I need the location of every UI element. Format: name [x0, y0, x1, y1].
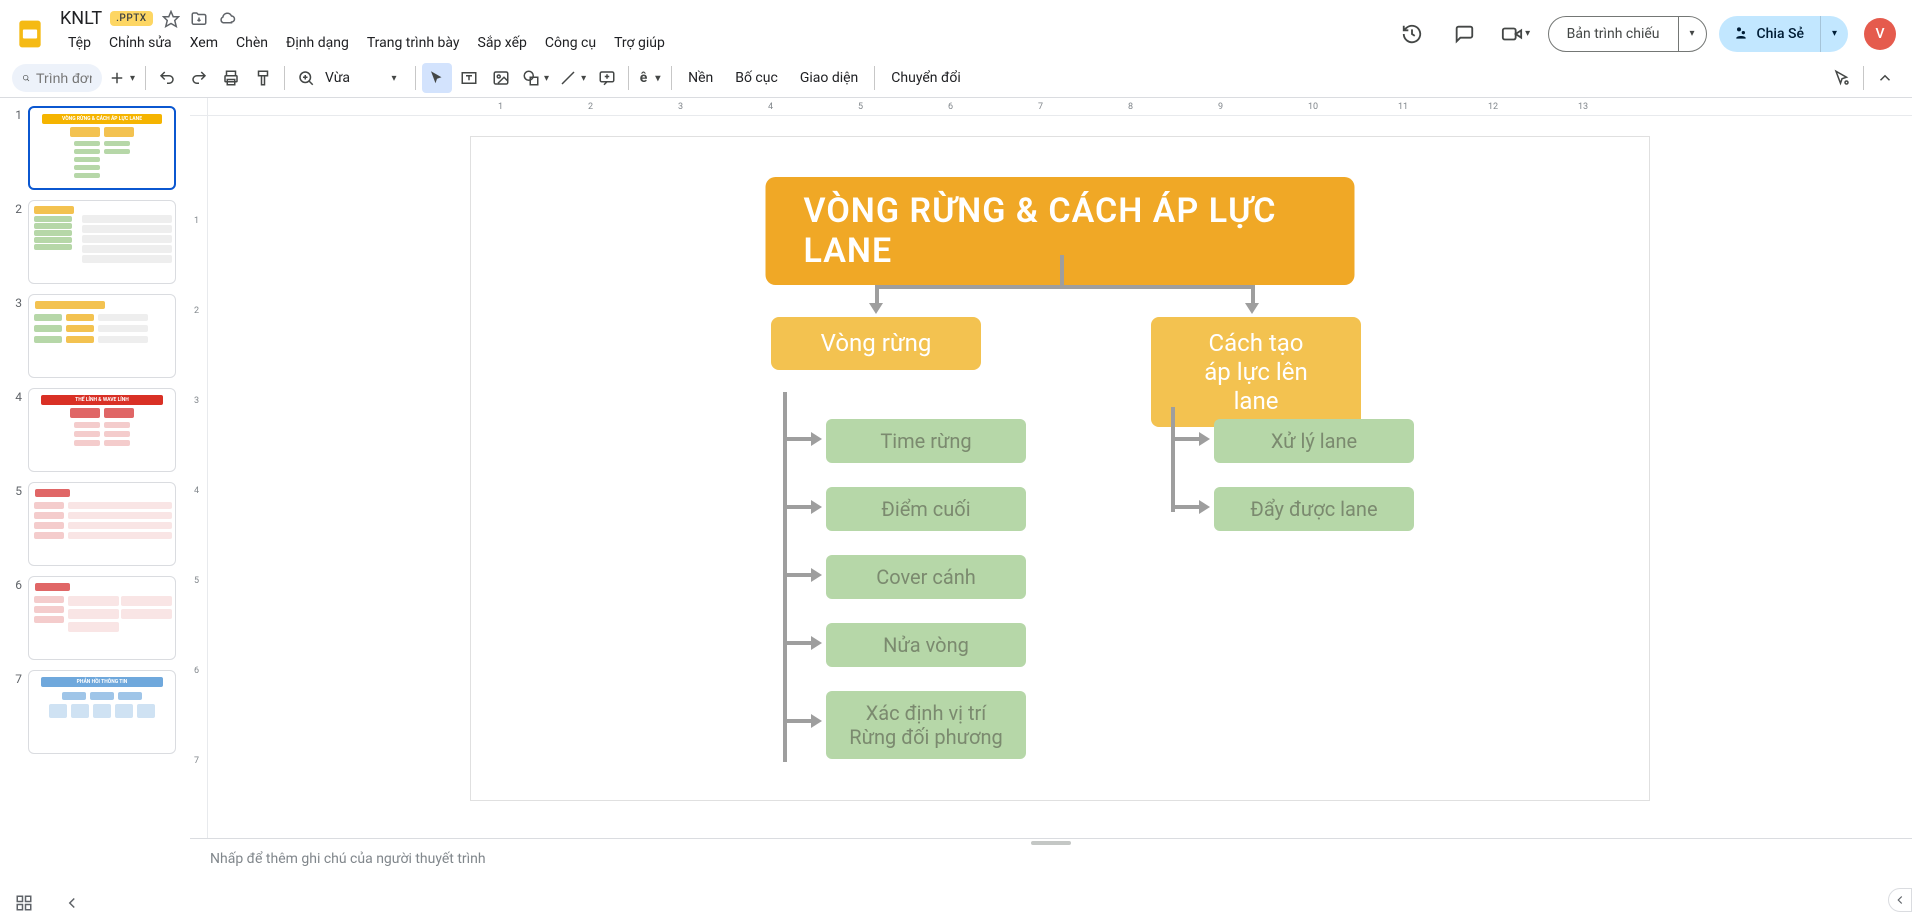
line-tool[interactable]: ▾: [555, 63, 590, 93]
diagram-leaf[interactable]: Time rừng: [826, 419, 1026, 463]
present-dropdown[interactable]: ▾: [1678, 17, 1706, 51]
layout-button[interactable]: Bố cục: [725, 63, 788, 93]
zoom-value[interactable]: Vừa: [325, 70, 375, 86]
doc-title[interactable]: KNLT: [60, 8, 102, 29]
theme-button[interactable]: Giao diện: [790, 63, 868, 93]
share-button[interactable]: Chia Sẻ: [1719, 16, 1821, 52]
menu-insert[interactable]: Chèn: [228, 31, 276, 55]
menu-bar: Tệp Chỉnh sửa Xem Chèn Định dạng Trang t…: [56, 29, 1384, 59]
share-dropdown[interactable]: ▾: [1820, 16, 1848, 52]
shape-tool[interactable]: ▾: [518, 63, 553, 93]
grid-view-icon[interactable]: [10, 889, 38, 917]
slide-thumb-3[interactable]: [28, 294, 176, 378]
notes-placeholder: Nhấp để thêm ghi chú của người thuyết tr…: [210, 851, 486, 867]
ruler-vertical[interactable]: 1 2 3 4 5 6 7: [190, 116, 208, 838]
laser-pointer-icon[interactable]: [1827, 63, 1857, 93]
slides-logo[interactable]: [12, 16, 48, 52]
ruler-horizontal[interactable]: 1 2 3 4 5 6 7 8 9 10 11 12 13: [208, 98, 1912, 116]
comments-icon[interactable]: [1444, 14, 1484, 54]
diagram-leaf[interactable]: Xử lý lane: [1214, 419, 1414, 463]
collapse-toolbar-icon[interactable]: [1870, 63, 1900, 93]
menu-view[interactable]: Xem: [182, 31, 226, 55]
slide-thumb-6[interactable]: [28, 576, 176, 660]
undo-button[interactable]: [152, 63, 182, 93]
menu-search-input[interactable]: [36, 70, 92, 86]
background-button[interactable]: Nền: [678, 63, 723, 93]
meet-icon[interactable]: ▾: [1496, 14, 1536, 54]
pptx-badge: .PPTX: [110, 11, 152, 26]
expand-sidepanel-icon[interactable]: [1888, 888, 1912, 912]
select-tool[interactable]: [422, 63, 452, 93]
slide-thumb-2[interactable]: [28, 200, 176, 284]
star-icon[interactable]: [161, 9, 181, 29]
present-button[interactable]: Bản trình chiếu: [1549, 17, 1678, 51]
pointer-tool[interactable]: ê▾: [635, 63, 665, 93]
menu-edit[interactable]: Chỉnh sửa: [101, 31, 180, 55]
diagram-leaf[interactable]: Điểm cuối: [826, 487, 1026, 531]
new-slide-button[interactable]: ▾: [104, 63, 139, 93]
slide-thumb-7[interactable]: PHẢN HỒI THÔNG TIN: [28, 670, 176, 754]
menu-tools[interactable]: Công cụ: [537, 31, 604, 55]
collapse-filmstrip-icon[interactable]: [58, 889, 86, 917]
menu-arrange[interactable]: Sắp xếp: [470, 31, 535, 55]
paint-format-button[interactable]: [248, 63, 278, 93]
filmstrip[interactable]: 1VÒNG RỪNG & CÁCH ÁP LỰC LANE 2 3 4THẾ L…: [0, 98, 190, 882]
diagram-leaf[interactable]: Xác định vị trí Rừng đối phương: [826, 691, 1026, 759]
notes-resize-grip[interactable]: [1031, 841, 1071, 845]
menu-search[interactable]: [12, 64, 102, 92]
slide-canvas[interactable]: VÒNG RỪNG & CÁCH ÁP LỰC LANE Vòng rừng C…: [470, 136, 1650, 801]
menu-slide[interactable]: Trang trình bày: [359, 31, 468, 55]
transition-button[interactable]: Chuyển đổi: [881, 63, 970, 93]
redo-button[interactable]: [184, 63, 214, 93]
menu-format[interactable]: Định dạng: [278, 31, 357, 55]
diagram-sub-right[interactable]: Cách tạo áp lực lên lane: [1151, 317, 1361, 427]
comment-add-button[interactable]: [592, 63, 622, 93]
diagram-sub-left[interactable]: Vòng rừng: [771, 317, 981, 370]
zoom-tool[interactable]: [291, 63, 321, 93]
slide-thumb-4[interactable]: THẾ LÍNH & WAVE LÍNH: [28, 388, 176, 472]
image-tool[interactable]: [486, 63, 516, 93]
print-button[interactable]: [216, 63, 246, 93]
diagram-leaf[interactable]: Nửa vòng: [826, 623, 1026, 667]
textbox-tool[interactable]: [454, 63, 484, 93]
move-folder-icon[interactable]: [189, 9, 209, 29]
slide-thumb-5[interactable]: [28, 482, 176, 566]
menu-file[interactable]: Tệp: [60, 31, 99, 55]
slide-thumb-1[interactable]: VÒNG RỪNG & CÁCH ÁP LỰC LANE: [28, 106, 176, 190]
toolbar: ▾ Vừa ▾ ▾ ▾ ê▾ Nền Bố cục Giao diện Chuy…: [0, 59, 1912, 98]
speaker-notes[interactable]: Nhấp để thêm ghi chú của người thuyết tr…: [190, 838, 1912, 882]
menu-help[interactable]: Trợ giúp: [606, 31, 673, 55]
zoom-dropdown[interactable]: ▾: [379, 63, 409, 93]
diagram-leaf[interactable]: Cover cánh: [826, 555, 1026, 599]
history-icon[interactable]: [1392, 14, 1432, 54]
cloud-status-icon[interactable]: [217, 9, 237, 29]
diagram-leaf[interactable]: Đẩy được lane: [1214, 487, 1414, 531]
search-icon: [22, 70, 30, 86]
account-avatar[interactable]: V: [1864, 18, 1896, 50]
share-label: Chia Sẻ: [1757, 26, 1805, 42]
